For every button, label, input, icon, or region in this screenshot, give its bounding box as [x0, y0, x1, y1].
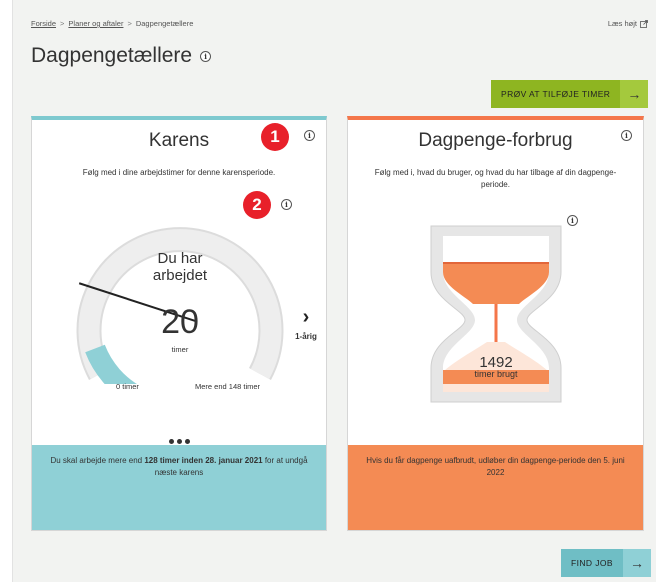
info-icon[interactable]: i	[621, 130, 632, 141]
arrow-right-icon: →	[620, 80, 649, 108]
gauge-unit: timer	[171, 345, 189, 354]
carousel-dot[interactable]	[168, 439, 174, 444]
karens-footer-pre: Du skal arbejde mere end	[50, 456, 145, 465]
karens-footer: Du skal arbejde mere end 128 timer inden…	[32, 445, 326, 530]
gauge-line1: Du har	[157, 250, 203, 267]
try-add-hours-label: PRØV AT TILFØJE TIMER	[491, 80, 621, 108]
breadcrumb: Forside > Planer og aftaler > Dagpengetæ…	[31, 19, 193, 28]
breadcrumb-current: Dagpengetællere	[135, 19, 194, 28]
info-icon[interactable]: i	[567, 215, 578, 226]
breadcrumb-home-link[interactable]: Forside	[31, 19, 56, 28]
find-job-button[interactable]: FIND JOB →	[561, 549, 651, 577]
arrow-right-icon: →	[622, 549, 651, 577]
try-add-hours-button[interactable]: PRØV AT TILFØJE TIMER →	[491, 80, 649, 108]
hourglass-top-sand-line	[443, 262, 549, 264]
read-aloud-label: Læs højt	[607, 19, 637, 28]
carousel-dot[interactable]	[184, 439, 190, 444]
read-aloud-link[interactable]: Læs højt	[608, 19, 648, 28]
info-icon[interactable]: i	[281, 199, 292, 210]
karens-footer-bold: 128 timer inden 28. januar 2021	[144, 456, 263, 465]
forbrug-card: Dagpenge-forbrug i Følg med i, hvad du b…	[347, 116, 644, 531]
forbrug-subtitle: Følg med i, hvad du bruger, og hvad du h…	[374, 168, 617, 189]
external-link-icon	[640, 19, 648, 28]
breadcrumb-separator: >	[127, 19, 132, 28]
next-period-button[interactable]: › 1-årig	[291, 306, 321, 344]
chevron-right-icon: ›	[302, 306, 310, 328]
forbrug-footer: Hvis du får dagpenge uafbrudt, udløber d…	[348, 445, 643, 530]
annotation-badge-2: 2	[243, 191, 271, 219]
used-hours-label: timer brugt	[474, 369, 518, 379]
karens-subtitle: Følg med i dine arbejdstimer for denne k…	[82, 168, 276, 177]
gauge-value: 20	[161, 303, 199, 341]
breadcrumb-plans-link[interactable]: Planer og aftaler	[68, 19, 123, 28]
hours-gauge	[76, 227, 284, 384]
info-icon[interactable]: i	[200, 50, 212, 62]
gauge-min-label: 0 timer	[116, 382, 139, 391]
karens-card: Karens i 1 Følg med i dine arbejdstimer …	[31, 116, 327, 531]
next-period-label: 1-årig	[295, 332, 317, 341]
carousel-dots	[32, 439, 326, 444]
gauge-line2: arbejdet	[152, 267, 208, 284]
page-container: Forside > Planer og aftaler > Dagpengetæ…	[12, 0, 656, 582]
page-title-text: Dagpengetællere	[31, 44, 193, 67]
breadcrumb-separator: >	[60, 19, 65, 28]
info-icon[interactable]: i	[304, 130, 315, 141]
carousel-dot[interactable]	[176, 439, 182, 444]
find-job-label: FIND JOB	[561, 549, 623, 577]
annotation-badge-1: 1	[261, 123, 289, 151]
gauge-max-label: Mere end 148 timer	[195, 382, 261, 391]
page-title: Dagpengetællere i	[31, 44, 212, 68]
forbrug-title: Dagpenge-forbrug	[418, 130, 573, 151]
